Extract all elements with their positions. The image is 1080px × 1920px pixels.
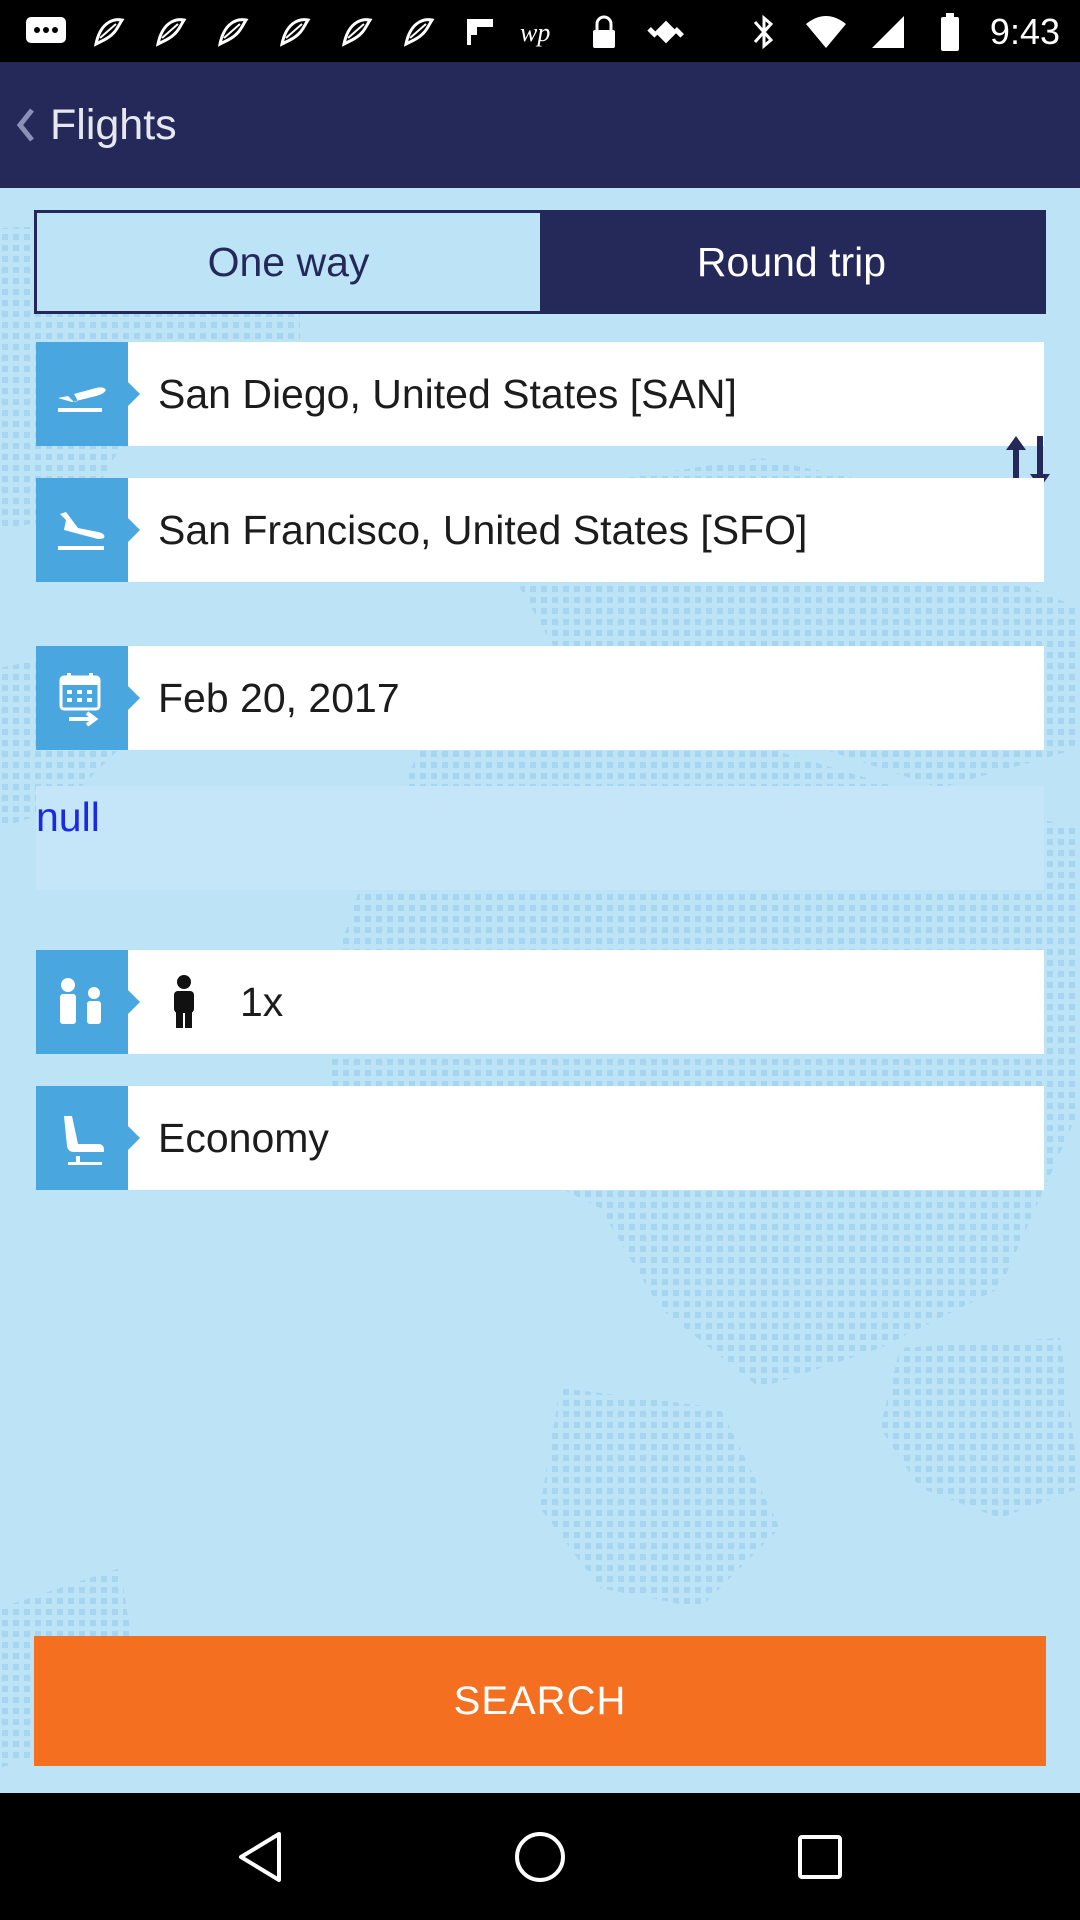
fake-gps-icon bbox=[644, 12, 688, 52]
signal-feather-icon bbox=[396, 12, 440, 52]
passenger-count: 1x bbox=[240, 978, 284, 1025]
seat-icon bbox=[36, 1086, 140, 1190]
cabin-class-field[interactable]: Economy bbox=[36, 1086, 1044, 1190]
status-bar: wp 9:43 bbox=[0, 0, 1080, 62]
signal-feather-icon bbox=[210, 12, 254, 52]
date-text: Feb 20, 2017 bbox=[158, 674, 400, 721]
trip-type-toggle: One way Round trip bbox=[34, 210, 1046, 314]
home-circle-icon[interactable] bbox=[495, 1812, 585, 1902]
passengers-icon bbox=[36, 950, 140, 1054]
calendar-arrow-icon bbox=[36, 646, 140, 750]
search-button[interactable]: SEARCH bbox=[34, 1636, 1046, 1766]
system-icons: 9:43 bbox=[742, 10, 1060, 54]
wifi-icon bbox=[804, 12, 848, 52]
wp-icon: wp bbox=[520, 12, 564, 52]
tab-round-trip[interactable]: Round trip bbox=[540, 213, 1043, 311]
signal-feather-icon bbox=[148, 12, 192, 52]
app-bar: Flights bbox=[0, 62, 1080, 188]
page-title: Flights bbox=[50, 100, 177, 149]
svg-text:wp: wp bbox=[520, 18, 550, 47]
plane-landing-icon bbox=[36, 478, 140, 582]
signal-feather-icon bbox=[334, 12, 378, 52]
return-date-text: null bbox=[36, 794, 100, 840]
battery-icon bbox=[928, 12, 972, 52]
chat-icon bbox=[24, 12, 68, 52]
return-date-field[interactable]: null bbox=[36, 786, 1044, 890]
origin-text: San Diego, United States [SAN] bbox=[158, 370, 737, 417]
origin-field[interactable]: San Diego, United States [SAN] bbox=[36, 342, 1044, 446]
passengers-field[interactable]: 1x bbox=[36, 950, 1044, 1054]
signal-feather-icon bbox=[272, 12, 316, 52]
back-triangle-icon[interactable] bbox=[215, 1812, 305, 1902]
clock: 9:43 bbox=[989, 11, 1060, 52]
notification-icons: wp bbox=[24, 10, 688, 54]
cell-signal-icon bbox=[866, 12, 910, 52]
plane-takeoff-icon bbox=[36, 342, 140, 446]
recents-square-icon[interactable] bbox=[775, 1812, 865, 1902]
flipboard-icon bbox=[458, 12, 502, 52]
chevron-left-icon[interactable] bbox=[6, 95, 46, 155]
tab-one-way[interactable]: One way bbox=[37, 213, 540, 311]
destination-field[interactable]: San Francisco, United States [SFO] bbox=[36, 478, 1044, 582]
destination-text: San Francisco, United States [SFO] bbox=[158, 506, 808, 553]
signal-feather-icon bbox=[86, 12, 130, 52]
flight-search-form: One way Round trip San Diego, United Sta… bbox=[0, 188, 1080, 1793]
date-field[interactable]: Feb 20, 2017 bbox=[36, 646, 1044, 750]
person-icon bbox=[164, 972, 204, 1032]
bluetooth-icon bbox=[742, 12, 786, 52]
lock-icon bbox=[582, 12, 626, 52]
cabin-class-text: Economy bbox=[158, 1114, 329, 1161]
navigation-bar bbox=[0, 1793, 1080, 1920]
